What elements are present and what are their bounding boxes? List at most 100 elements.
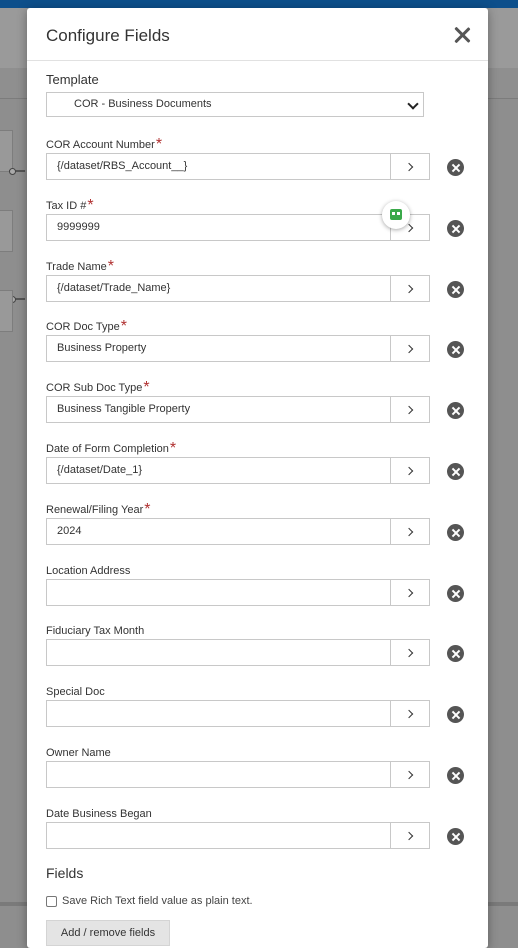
configure-fields-dialog: Configure Fields Template COR - Business…: [27, 8, 488, 948]
required-asterisk: *: [155, 136, 163, 153]
app-top-bar: [0, 0, 518, 8]
field-value-input[interactable]: {/dataset/RBS_Account__}: [46, 153, 391, 180]
field-label: COR Doc Type*: [46, 316, 470, 335]
background-node: [0, 130, 13, 172]
required-asterisk: *: [143, 379, 150, 396]
field-expression-button[interactable]: [390, 639, 430, 666]
remove-field-icon[interactable]: [447, 402, 464, 419]
field-expression-button[interactable]: [390, 761, 430, 788]
field-label-text: Special Doc: [46, 686, 105, 698]
field-label: Renewal/Filing Year*: [46, 499, 470, 518]
field-expression-button[interactable]: [390, 457, 430, 484]
field-label-text: Tax ID #: [46, 200, 87, 212]
remove-field-icon[interactable]: [447, 524, 464, 541]
remove-field-icon[interactable]: [447, 220, 464, 237]
chevron-right-icon: [404, 466, 414, 476]
plain-text-checkbox-label: Save Rich Text field value as plain text…: [62, 895, 253, 907]
field-row: COR Account Number* {/dataset/RBS_Account…: [46, 134, 470, 182]
template-select[interactable]: COR - Business Documents: [46, 92, 424, 117]
field-value-input[interactable]: {/dataset/Date_1}: [46, 457, 391, 484]
field-expression-button[interactable]: [390, 396, 430, 423]
field-label: Date of Form Completion*: [46, 438, 470, 457]
field-expression-button[interactable]: [390, 518, 430, 545]
chevron-right-icon: [404, 344, 414, 354]
chevron-right-icon: [404, 284, 414, 294]
remove-field-icon[interactable]: [447, 159, 464, 176]
field-expression-button[interactable]: [390, 579, 430, 606]
field-expression-button[interactable]: [390, 335, 430, 362]
chevron-right-icon: [404, 770, 414, 780]
field-row: Special Doc: [46, 681, 470, 729]
chevron-right-icon: [404, 162, 414, 172]
field-value-input[interactable]: 2024: [46, 518, 391, 545]
chevron-right-icon: [404, 588, 414, 598]
field-label-text: Owner Name: [46, 747, 111, 759]
field-label: Trade Name*: [46, 256, 470, 275]
field-value-input[interactable]: [46, 579, 391, 606]
field-expression-button[interactable]: [390, 822, 430, 849]
chevron-right-icon: [404, 709, 414, 719]
field-value-input[interactable]: [46, 639, 391, 666]
required-asterisk: *: [144, 501, 151, 518]
field-label-text: COR Sub Doc Type: [46, 382, 143, 394]
field-label-text: Renewal/Filing Year: [46, 504, 144, 516]
field-label: Owner Name: [46, 742, 470, 760]
fields-section-heading: Fields: [46, 865, 84, 881]
field-row: Location Address: [46, 560, 470, 608]
field-value-input[interactable]: Business Property: [46, 335, 391, 362]
field-label-text: COR Account Number: [46, 139, 155, 151]
robot-icon: [390, 209, 402, 220]
field-row: Renewal/Filing Year* 2024: [46, 499, 470, 547]
assistant-badge[interactable]: [382, 201, 410, 229]
field-row: COR Sub Doc Type* Business Tangible Prope…: [46, 377, 470, 425]
remove-field-icon[interactable]: [447, 463, 464, 480]
field-value-input[interactable]: Business Tangible Property: [46, 396, 391, 423]
remove-field-icon[interactable]: [447, 585, 464, 602]
field-label-text: COR Doc Type: [46, 321, 120, 333]
field-value-input[interactable]: [46, 761, 391, 788]
field-label-text: Trade Name: [46, 261, 107, 273]
template-label: Template: [46, 72, 99, 87]
field-label: Fiduciary Tax Month: [46, 620, 470, 638]
add-remove-fields-button[interactable]: Add / remove fields: [46, 920, 170, 946]
remove-field-icon[interactable]: [447, 341, 464, 358]
field-label-text: Date of Form Completion: [46, 443, 169, 455]
chevron-right-icon: [404, 831, 414, 841]
background-node: [0, 290, 13, 332]
field-label-text: Fiduciary Tax Month: [46, 625, 145, 637]
remove-field-icon[interactable]: [447, 828, 464, 845]
field-value-input[interactable]: [46, 822, 391, 849]
field-row: COR Doc Type* Business Property: [46, 316, 470, 364]
field-expression-button[interactable]: [390, 700, 430, 727]
required-asterisk: *: [107, 258, 114, 275]
required-asterisk: *: [87, 197, 94, 214]
field-value-input[interactable]: [46, 700, 391, 727]
field-expression-button[interactable]: [390, 275, 430, 302]
field-row: Trade Name* {/dataset/Trade_Name}: [46, 256, 470, 304]
chevron-right-icon: [404, 405, 414, 415]
field-expression-button[interactable]: [390, 153, 430, 180]
background-connector: [9, 168, 25, 175]
remove-field-icon[interactable]: [447, 281, 464, 298]
chevron-right-icon: [404, 648, 414, 658]
field-label-text: Date Business Began: [46, 808, 152, 820]
field-row: Date Business Began: [46, 803, 470, 851]
field-row: Fiduciary Tax Month: [46, 620, 470, 668]
field-value-input[interactable]: {/dataset/Trade_Name}: [46, 275, 391, 302]
field-label: Special Doc: [46, 681, 470, 699]
chevron-right-icon: [404, 223, 414, 233]
required-asterisk: *: [120, 318, 128, 335]
field-row: Owner Name: [46, 742, 470, 790]
field-label: Location Address: [46, 560, 470, 578]
remove-field-icon[interactable]: [447, 706, 464, 723]
dialog-title: Configure Fields: [46, 26, 170, 45]
dialog-header: Configure Fields: [27, 8, 488, 61]
plain-text-checkbox[interactable]: [46, 896, 57, 907]
template-selected-value: COR - Business Documents: [74, 98, 212, 110]
field-value-input[interactable]: 9999999: [46, 214, 391, 241]
close-icon[interactable]: [453, 26, 471, 44]
remove-field-icon[interactable]: [447, 767, 464, 784]
remove-field-icon[interactable]: [447, 645, 464, 662]
field-label-text: Location Address: [46, 565, 131, 577]
field-label: COR Sub Doc Type*: [46, 377, 470, 396]
